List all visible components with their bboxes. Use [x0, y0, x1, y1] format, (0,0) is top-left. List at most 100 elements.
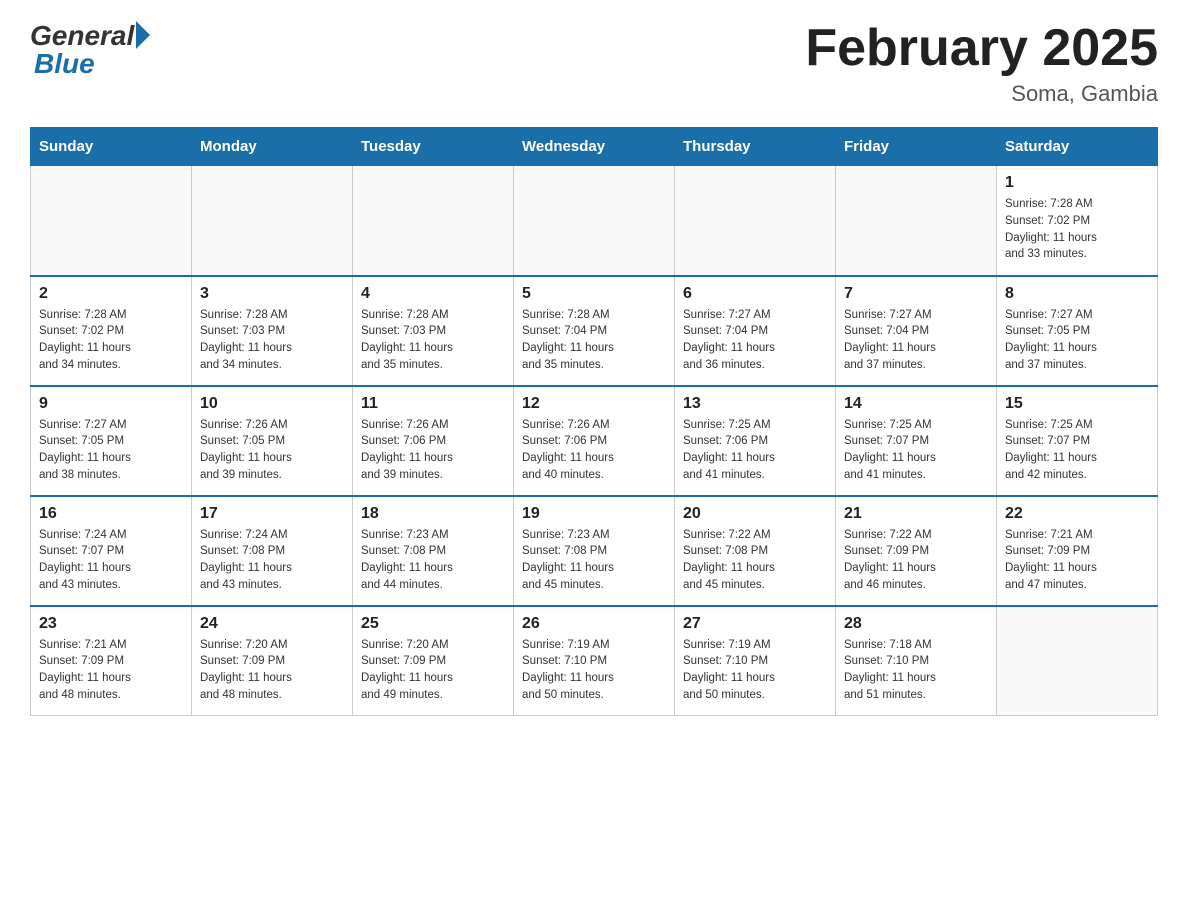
- calendar-week-row: 23Sunrise: 7:21 AM Sunset: 7:09 PM Dayli…: [31, 606, 1158, 716]
- calendar-cell: 22 Sunrise: 7:21 AM Sunset: 7:09 PM Dayli…: [997, 496, 1158, 606]
- calendar-cell: 17 Sunrise: 7:24 AM Sunset: 7:08 PM Dayli…: [192, 496, 353, 606]
- day-number: 5: [522, 285, 666, 303]
- day-info: Sunrise: 7:18 AM Sunset: 7:10 PM Dayligh…: [844, 637, 988, 704]
- day-number: 3: [200, 285, 344, 303]
- day-number: 28: [844, 615, 988, 633]
- calendar-cell: 24 Sunrise: 7:20 AM Sunset: 7:09 PM Dayli…: [192, 606, 353, 716]
- day-number: 2: [39, 285, 183, 303]
- day-number: 24: [200, 615, 344, 633]
- calendar-cell: 5 Sunrise: 7:28 AM Sunset: 7:04 PM Daylig…: [514, 276, 675, 386]
- day-number: 10: [200, 395, 344, 413]
- day-info: Sunrise: 7:24 AM Sunset: 7:07 PM Dayligh…: [39, 527, 183, 594]
- calendar-cell: 1 Sunrise: 7:28 AM Sunset: 7:02 PM Daylig…: [997, 166, 1158, 276]
- calendar-header-row: SundayMondayTuesdayWednesdayThursdayFrid…: [31, 128, 1158, 166]
- day-number: 11: [361, 395, 505, 413]
- day-info: Sunrise: 7:27 AM Sunset: 7:05 PM Dayligh…: [1005, 307, 1149, 374]
- calendar-cell: [997, 606, 1158, 716]
- day-number: 22: [1005, 505, 1149, 523]
- day-info: Sunrise: 7:27 AM Sunset: 7:04 PM Dayligh…: [844, 307, 988, 374]
- day-info: Sunrise: 7:25 AM Sunset: 7:06 PM Dayligh…: [683, 417, 827, 484]
- day-info: Sunrise: 7:20 AM Sunset: 7:09 PM Dayligh…: [361, 637, 505, 704]
- day-number: 25: [361, 615, 505, 633]
- day-info: Sunrise: 7:26 AM Sunset: 7:06 PM Dayligh…: [522, 417, 666, 484]
- day-info: Sunrise: 7:19 AM Sunset: 7:10 PM Dayligh…: [522, 637, 666, 704]
- calendar-header-friday: Friday: [836, 128, 997, 166]
- day-number: 12: [522, 395, 666, 413]
- page-header: General Blue February 2025 Soma, Gambia: [30, 20, 1158, 107]
- day-number: 21: [844, 505, 988, 523]
- calendar-cell: 23Sunrise: 7:21 AM Sunset: 7:09 PM Dayli…: [31, 606, 192, 716]
- day-number: 17: [200, 505, 344, 523]
- day-info: Sunrise: 7:28 AM Sunset: 7:04 PM Dayligh…: [522, 307, 666, 374]
- calendar-cell: 15 Sunrise: 7:25 AM Sunset: 7:07 PM Dayli…: [997, 386, 1158, 496]
- calendar-week-row: 16 Sunrise: 7:24 AM Sunset: 7:07 PM Dayli…: [31, 496, 1158, 606]
- day-number: 14: [844, 395, 988, 413]
- calendar-cell: 4Sunrise: 7:28 AM Sunset: 7:03 PM Daylig…: [353, 276, 514, 386]
- day-info: Sunrise: 7:21 AM Sunset: 7:09 PM Dayligh…: [1005, 527, 1149, 594]
- calendar-cell: 28 Sunrise: 7:18 AM Sunset: 7:10 PM Dayli…: [836, 606, 997, 716]
- day-number: 4: [361, 285, 505, 303]
- day-info: Sunrise: 7:19 AM Sunset: 7:10 PM Dayligh…: [683, 637, 827, 704]
- logo-arrow-icon: [136, 21, 150, 49]
- calendar-cell: 7 Sunrise: 7:27 AM Sunset: 7:04 PM Daylig…: [836, 276, 997, 386]
- calendar-cell: 8 Sunrise: 7:27 AM Sunset: 7:05 PM Daylig…: [997, 276, 1158, 386]
- day-number: 8: [1005, 285, 1149, 303]
- day-number: 26: [522, 615, 666, 633]
- day-info: Sunrise: 7:28 AM Sunset: 7:02 PM Dayligh…: [1005, 196, 1149, 263]
- calendar-cell: 3 Sunrise: 7:28 AM Sunset: 7:03 PM Daylig…: [192, 276, 353, 386]
- day-info: Sunrise: 7:23 AM Sunset: 7:08 PM Dayligh…: [361, 527, 505, 594]
- calendar-cell: 9 Sunrise: 7:27 AM Sunset: 7:05 PM Daylig…: [31, 386, 192, 496]
- day-number: 15: [1005, 395, 1149, 413]
- calendar-cell: 11 Sunrise: 7:26 AM Sunset: 7:06 PM Dayli…: [353, 386, 514, 496]
- location-text: Soma, Gambia: [805, 81, 1158, 107]
- day-info: Sunrise: 7:28 AM Sunset: 7:02 PM Dayligh…: [39, 307, 183, 374]
- calendar-cell: [514, 166, 675, 276]
- day-info: Sunrise: 7:26 AM Sunset: 7:06 PM Dayligh…: [361, 417, 505, 484]
- calendar-week-row: 1 Sunrise: 7:28 AM Sunset: 7:02 PM Daylig…: [31, 166, 1158, 276]
- calendar-cell: 6 Sunrise: 7:27 AM Sunset: 7:04 PM Daylig…: [675, 276, 836, 386]
- calendar-cell: 20Sunrise: 7:22 AM Sunset: 7:08 PM Dayli…: [675, 496, 836, 606]
- day-info: Sunrise: 7:26 AM Sunset: 7:05 PM Dayligh…: [200, 417, 344, 484]
- logo-blue-text: Blue: [34, 48, 150, 80]
- calendar-week-row: 9 Sunrise: 7:27 AM Sunset: 7:05 PM Daylig…: [31, 386, 1158, 496]
- calendar-cell: 26 Sunrise: 7:19 AM Sunset: 7:10 PM Dayli…: [514, 606, 675, 716]
- calendar-cell: 16 Sunrise: 7:24 AM Sunset: 7:07 PM Dayli…: [31, 496, 192, 606]
- day-info: Sunrise: 7:22 AM Sunset: 7:09 PM Dayligh…: [844, 527, 988, 594]
- day-info: Sunrise: 7:28 AM Sunset: 7:03 PM Dayligh…: [200, 307, 344, 374]
- day-info: Sunrise: 7:27 AM Sunset: 7:05 PM Dayligh…: [39, 417, 183, 484]
- calendar-cell: 25 Sunrise: 7:20 AM Sunset: 7:09 PM Dayli…: [353, 606, 514, 716]
- calendar-cell: [836, 166, 997, 276]
- calendar-header-monday: Monday: [192, 128, 353, 166]
- calendar-cell: [353, 166, 514, 276]
- calendar-cell: [31, 166, 192, 276]
- day-number: 6: [683, 285, 827, 303]
- day-info: Sunrise: 7:25 AM Sunset: 7:07 PM Dayligh…: [1005, 417, 1149, 484]
- day-number: 7: [844, 285, 988, 303]
- calendar-week-row: 2 Sunrise: 7:28 AM Sunset: 7:02 PM Daylig…: [31, 276, 1158, 386]
- title-block: February 2025 Soma, Gambia: [805, 20, 1158, 107]
- day-number: 27: [683, 615, 827, 633]
- day-number: 9: [39, 395, 183, 413]
- calendar-cell: 13 Sunrise: 7:25 AM Sunset: 7:06 PM Dayli…: [675, 386, 836, 496]
- calendar-header-tuesday: Tuesday: [353, 128, 514, 166]
- day-info: Sunrise: 7:24 AM Sunset: 7:08 PM Dayligh…: [200, 527, 344, 594]
- calendar-cell: 10 Sunrise: 7:26 AM Sunset: 7:05 PM Dayli…: [192, 386, 353, 496]
- day-number: 13: [683, 395, 827, 413]
- calendar-cell: 2 Sunrise: 7:28 AM Sunset: 7:02 PM Daylig…: [31, 276, 192, 386]
- calendar-cell: 14Sunrise: 7:25 AM Sunset: 7:07 PM Dayli…: [836, 386, 997, 496]
- calendar-cell: [675, 166, 836, 276]
- calendar-header-wednesday: Wednesday: [514, 128, 675, 166]
- calendar-header-thursday: Thursday: [675, 128, 836, 166]
- calendar-cell: 19 Sunrise: 7:23 AM Sunset: 7:08 PM Dayli…: [514, 496, 675, 606]
- day-info: Sunrise: 7:27 AM Sunset: 7:04 PM Dayligh…: [683, 307, 827, 374]
- calendar-cell: [192, 166, 353, 276]
- day-info: Sunrise: 7:22 AM Sunset: 7:08 PM Dayligh…: [683, 527, 827, 594]
- calendar-table: SundayMondayTuesdayWednesdayThursdayFrid…: [30, 127, 1158, 716]
- day-number: 16: [39, 505, 183, 523]
- day-number: 1: [1005, 174, 1149, 192]
- day-info: Sunrise: 7:23 AM Sunset: 7:08 PM Dayligh…: [522, 527, 666, 594]
- day-info: Sunrise: 7:20 AM Sunset: 7:09 PM Dayligh…: [200, 637, 344, 704]
- month-year-title: February 2025: [805, 20, 1158, 77]
- calendar-cell: 27 Sunrise: 7:19 AM Sunset: 7:10 PM Dayli…: [675, 606, 836, 716]
- day-number: 19: [522, 505, 666, 523]
